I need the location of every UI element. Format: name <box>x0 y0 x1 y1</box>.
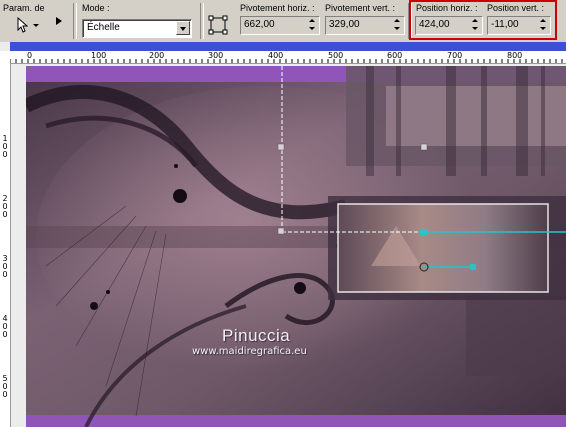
preset-dropdown[interactable] <box>14 16 42 34</box>
pivot-h-value: 662,00 <box>244 19 275 30</box>
pivot-v-field[interactable]: 329,00 <box>325 16 405 35</box>
ruler-tick-label: 5 0 0 <box>2 374 8 399</box>
horizontal-ruler: 0 100 200 300 400 500 600 700 800 <box>10 51 566 64</box>
window-border <box>10 42 566 51</box>
deform-tool-button[interactable] <box>207 14 229 36</box>
ruler-tick-label: 400 <box>268 51 284 60</box>
ruler-tick-label: 700 <box>447 51 463 60</box>
vertical-ruler: 1 0 0 2 0 0 3 0 0 4 0 0 5 0 0 <box>0 63 11 427</box>
deform-tool-icon <box>208 15 228 35</box>
ruler-tick-label: 1 0 0 <box>2 134 8 159</box>
tool-options-bar: Param. de Mode : Échelle Pivotement hori… <box>0 0 566 43</box>
ruler-tick-label: 2 0 0 <box>2 194 8 219</box>
pivot-h-field[interactable]: 662,00 <box>240 16 320 35</box>
play-button[interactable] <box>54 15 64 27</box>
ruler-tick-label: 0 <box>27 51 33 60</box>
preset-label: Param. de <box>3 3 45 13</box>
ruler-tick-label: 600 <box>387 51 403 60</box>
pivot-v-spinner[interactable] <box>391 17 403 34</box>
chevron-down-icon[interactable] <box>176 21 190 35</box>
mode-label: Mode : <box>82 3 110 13</box>
ruler-tick-label: 800 <box>507 51 523 60</box>
ruler-tick-label: 3 0 0 <box>2 254 8 279</box>
ruler-tick-label: 4 0 0 <box>2 314 8 339</box>
position-highlight-box <box>409 0 557 40</box>
separator <box>200 3 204 39</box>
watermark-url: www.maidiregrafica.eu <box>192 346 307 357</box>
pivot-v-value: 329,00 <box>329 19 360 30</box>
watermark-title: Pinuccia <box>222 326 291 345</box>
separator <box>73 3 77 39</box>
ruler-tick-label: 100 <box>91 51 107 60</box>
mode-select[interactable]: Échelle <box>82 19 192 38</box>
ruler-tick-label: 500 <box>328 51 344 60</box>
pivot-h-label: Pivotement horiz. : <box>240 3 315 13</box>
pivot-h-spinner[interactable] <box>306 17 318 34</box>
arrow-pointer-icon <box>17 16 39 33</box>
canvas-image[interactable] <box>26 66 566 427</box>
play-icon <box>56 17 62 25</box>
mode-value: Échelle <box>87 22 120 33</box>
ruler-corner <box>0 51 10 63</box>
pivot-v-label: Pivotement vert. : <box>325 3 396 13</box>
ruler-tick-label: 300 <box>208 51 224 60</box>
ruler-tick-label: 200 <box>149 51 165 60</box>
